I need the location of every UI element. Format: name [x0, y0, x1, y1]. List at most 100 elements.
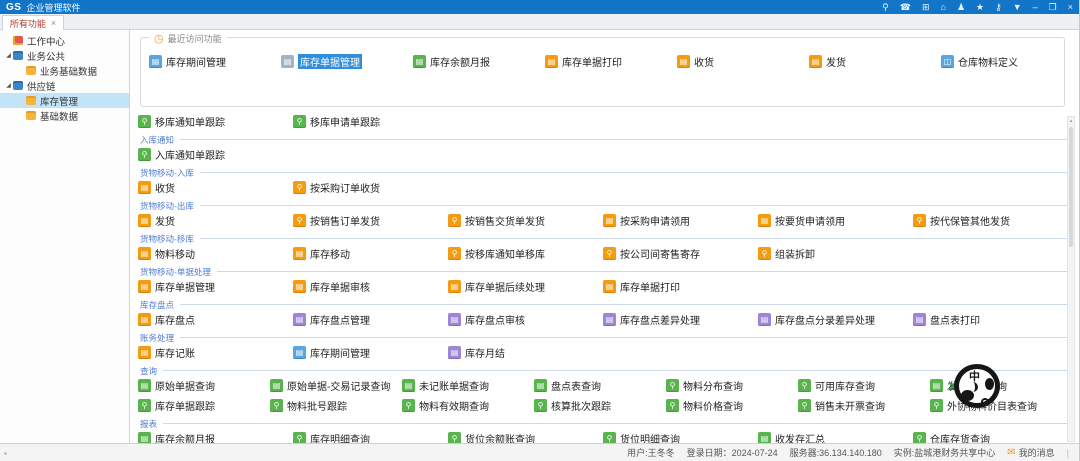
- function-item[interactable]: ⚲销售未开票查询: [798, 395, 930, 415]
- favorites-star-icon[interactable]: ★: [976, 0, 984, 14]
- function-item[interactable]: ⚲物料分布查询: [666, 375, 798, 395]
- function-item[interactable]: ▤库存月结: [448, 342, 603, 362]
- function-item[interactable]: ⚲核算批次跟踪: [534, 395, 666, 415]
- function-item[interactable]: ⚲物料价格查询: [666, 395, 798, 415]
- function-item[interactable]: ▤原始单据查询: [138, 375, 270, 395]
- sidebar-item-0[interactable]: 工作中心: [0, 33, 129, 48]
- function-item[interactable]: ▤库存单据管理: [281, 51, 413, 71]
- function-item[interactable]: ⚲库存明细查询: [293, 428, 448, 443]
- search-icon[interactable]: ⚲: [882, 0, 889, 14]
- doc-search-icon: ⚲: [913, 432, 926, 444]
- function-item[interactable]: ▤收货: [677, 51, 809, 71]
- function-item[interactable]: ▤发出商品查询: [930, 375, 1062, 395]
- function-item-label: 盘点表打印: [930, 312, 980, 327]
- function-item[interactable]: ⚲物料有效期查询: [402, 395, 534, 415]
- function-item[interactable]: ▤按要货申请领用: [758, 210, 913, 230]
- function-item-label: 物料批号跟踪: [287, 398, 347, 413]
- function-item[interactable]: ⚲外协物料价目表查询: [930, 395, 1062, 415]
- sidebar-item-1[interactable]: ◢ 业务公共: [0, 48, 129, 63]
- function-item[interactable]: ⚲按销售订单发货: [293, 210, 448, 230]
- minimize-icon[interactable]: –: [1033, 0, 1038, 14]
- function-item[interactable]: ⚲可用库存查询: [798, 375, 930, 395]
- function-item[interactable]: ▤库存余额月报: [413, 51, 545, 71]
- function-item[interactable]: ⚲按移库通知单移库: [448, 243, 603, 263]
- doc-icon: ▤: [758, 432, 771, 444]
- doc-icon: ▤: [138, 247, 151, 260]
- function-item[interactable]: ▤收发存汇总: [758, 428, 913, 443]
- key-icon[interactable]: ⚷: [995, 0, 1002, 14]
- restore-icon[interactable]: ❐: [1049, 0, 1057, 14]
- tree-expand-icon[interactable]: ◢: [4, 52, 13, 59]
- function-item-label: 原始单据-交易记录查询: [287, 378, 390, 393]
- function-item[interactable]: ▤库存单据打印: [603, 276, 758, 296]
- function-item-label: 库存移动: [310, 246, 350, 261]
- dropdown-icon[interactable]: ▼: [1013, 0, 1022, 14]
- home-icon[interactable]: ⌂: [941, 0, 946, 14]
- main-panel: ◷ 最近访问功能 ▤库存期间管理▤库存单据管理▤库存余额月报▤库存单据打印▤收货…: [130, 30, 1079, 443]
- function-item[interactable]: ▤发货: [809, 51, 941, 71]
- function-item[interactable]: ▤收货: [138, 177, 293, 197]
- function-item[interactable]: ⚲库存单据跟踪: [138, 395, 270, 415]
- function-item[interactable]: ⚲按公司间寄售寄存: [603, 243, 758, 263]
- function-row: ⚲移库通知单跟踪⚲移库申请单跟踪: [138, 111, 1067, 131]
- phone-icon[interactable]: ☎: [900, 0, 911, 14]
- function-item[interactable]: ⚲入库通知单跟踪: [138, 144, 293, 164]
- doc-search-icon: ⚲: [798, 379, 811, 392]
- scrollbar-thumb[interactable]: [1069, 127, 1073, 247]
- close-icon[interactable]: ×: [1068, 0, 1073, 14]
- function-item[interactable]: ▤库存盘点审核: [448, 309, 603, 329]
- section-header: 库存盘点: [140, 300, 1067, 309]
- apps-grid-icon[interactable]: ⊞: [922, 0, 930, 14]
- body: 工作中心◢业务公共业务基础数据◢供应链库存管理基础数据 ◷ 最近访问功能 ▤库存…: [0, 30, 1079, 443]
- function-item[interactable]: ▤库存余额月报: [138, 428, 293, 443]
- function-item[interactable]: ⚲货位明细查询: [603, 428, 758, 443]
- function-item[interactable]: ▤库存单据后续处理: [448, 276, 603, 296]
- function-item[interactable]: ▤库存单据审核: [293, 276, 448, 296]
- function-item-label: 库存余额月报: [155, 431, 215, 444]
- function-item[interactable]: ⚲按代保管其他发货: [913, 210, 1068, 230]
- function-item[interactable]: ▤库存单据管理: [138, 276, 293, 296]
- section-divider-line: [200, 238, 1067, 239]
- function-item[interactable]: ▤库存盘点差异处理: [603, 309, 758, 329]
- function-item[interactable]: ▤按采购申请领用: [603, 210, 758, 230]
- function-item[interactable]: ▤库存盘点管理: [293, 309, 448, 329]
- function-item[interactable]: ▤盘点表打印: [913, 309, 1068, 329]
- sidebar-item-label: 业务公共: [27, 49, 65, 63]
- function-item[interactable]: ▤发货: [138, 210, 293, 230]
- tab-all-functions[interactable]: 所有功能 ×: [2, 15, 64, 30]
- sidebar-item-2[interactable]: 业务基础数据: [0, 63, 129, 78]
- function-item-label: 盘点表查询: [551, 378, 601, 393]
- user-icon[interactable]: ♟: [957, 0, 965, 14]
- function-item[interactable]: ◫仓库物料定义: [941, 51, 1073, 71]
- function-item[interactable]: ▤库存单据打印: [545, 51, 677, 71]
- function-item[interactable]: ▤库存移动: [293, 243, 448, 263]
- function-item[interactable]: ▤原始单据-交易记录查询: [270, 375, 402, 395]
- function-item[interactable]: ▤盘点表查询: [534, 375, 666, 395]
- function-item[interactable]: ▤库存记账: [138, 342, 293, 362]
- vertical-scrollbar[interactable]: ▴: [1067, 116, 1075, 442]
- sidebar-item-4[interactable]: 库存管理: [0, 93, 129, 108]
- function-item[interactable]: ▤库存期间管理: [149, 51, 281, 71]
- function-item[interactable]: ⚲按采购订单收货: [293, 177, 448, 197]
- function-item[interactable]: ⚲仓库存货查询: [913, 428, 1068, 443]
- tab-close-icon[interactable]: ×: [51, 18, 56, 28]
- section-header: 账务处理: [140, 333, 1067, 342]
- sidebar-item-3[interactable]: ◢供应链: [0, 78, 129, 93]
- function-item[interactable]: ⚲组装拆卸: [758, 243, 913, 263]
- scroll-up-icon[interactable]: ▴: [1068, 117, 1074, 125]
- sidebar-item-5[interactable]: 基础数据: [0, 108, 129, 123]
- function-item[interactable]: ▤未记账单据查询: [402, 375, 534, 395]
- section-header: 报表: [140, 419, 1067, 428]
- status-separator: |: [1067, 448, 1069, 458]
- my-messages-button[interactable]: ✉ 我的消息: [1007, 446, 1054, 459]
- function-item[interactable]: ⚲移库申请单跟踪: [293, 111, 448, 131]
- function-item[interactable]: ▤库存期间管理: [293, 342, 448, 362]
- function-item[interactable]: ⚲按销售交货单发货: [448, 210, 603, 230]
- tree-expand-icon[interactable]: ◢: [4, 82, 13, 89]
- function-item[interactable]: ⚲货位余额账查询: [448, 428, 603, 443]
- function-item[interactable]: ▤库存盘点分录差异处理: [758, 309, 913, 329]
- function-item[interactable]: ⚲移库通知单跟踪: [138, 111, 293, 131]
- function-item[interactable]: ⚲物料批号跟踪: [270, 395, 402, 415]
- function-item[interactable]: ▤库存盘点: [138, 309, 293, 329]
- function-item[interactable]: ▤物料移动: [138, 243, 293, 263]
